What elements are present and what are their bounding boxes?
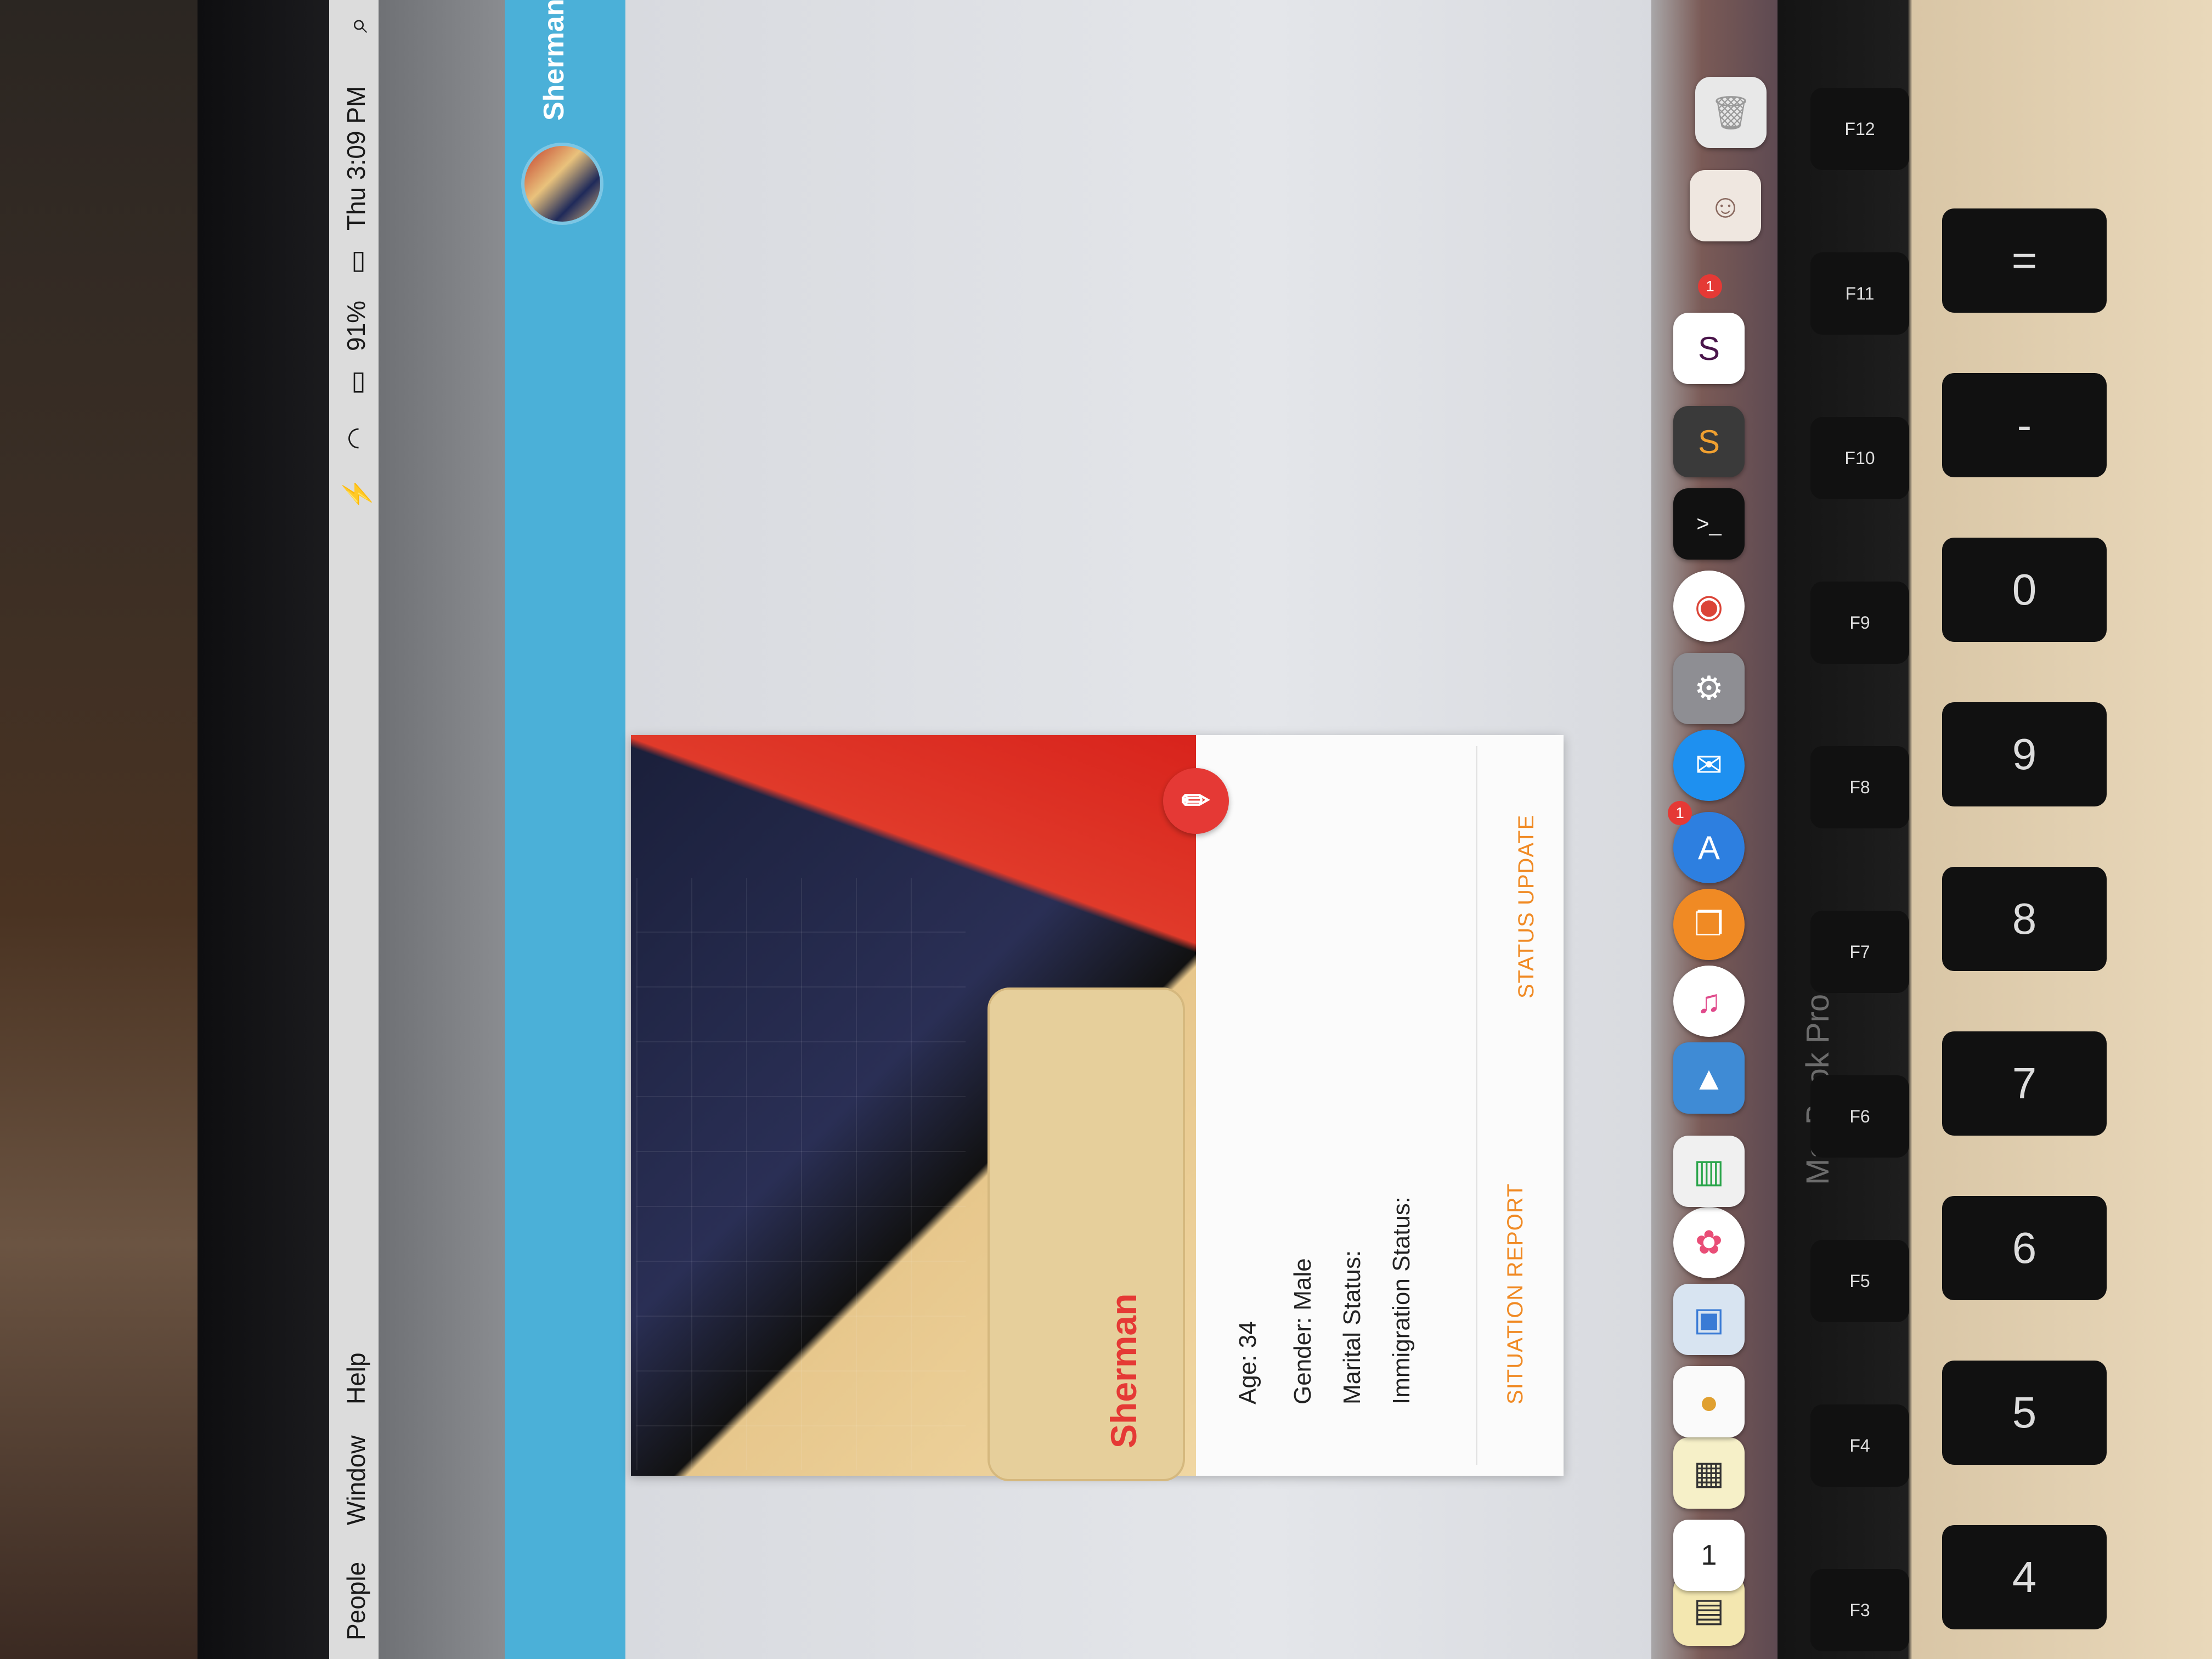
stickies-icon[interactable]: ▦ <box>1673 1437 1745 1509</box>
screen-bezel <box>198 0 340 1659</box>
messages-icon[interactable]: ✉ <box>1673 730 1745 801</box>
profile-name: Sherman <box>1103 1293 1144 1448</box>
ibooks-icon[interactable]: ❐ <box>1673 889 1745 960</box>
key-f5: F5 <box>1810 1240 1909 1322</box>
bolt-icon[interactable]: ⚡ <box>341 477 373 510</box>
app-store-badge: 1 <box>1668 801 1692 825</box>
key-f10: F10 <box>1810 417 1909 499</box>
situation-report-button[interactable]: SITUATION REPORT <box>1503 1183 1528 1404</box>
sublime-text-icon[interactable]: S <box>1673 406 1745 477</box>
key-f9: F9 <box>1810 582 1909 664</box>
key-5: 5 <box>1942 1361 2107 1465</box>
trash-icon[interactable]: 🗑 <box>1695 77 1767 148</box>
system-preferences-icon[interactable]: ⚙ <box>1673 653 1745 724</box>
search-icon[interactable]: ⌕ <box>341 17 375 33</box>
profile-age: Age: 34 <box>1234 1321 1261 1404</box>
key-f7: F7 <box>1810 911 1909 993</box>
key-4: 4 <box>1942 1525 2107 1629</box>
wifi-icon[interactable]: ◠ <box>341 427 372 450</box>
status-update-button[interactable]: STATUS UPDATE <box>1514 815 1539 998</box>
window-chrome <box>379 0 505 1659</box>
profile-marital-status: Marital Status: <box>1339 1250 1365 1404</box>
key-9: 9 <box>1942 702 2107 806</box>
keynote-icon[interactable]: ▲ <box>1673 1042 1745 1114</box>
key-8: 8 <box>1942 867 2107 971</box>
key-f11: F11 <box>1810 252 1909 335</box>
pencil-icon: ✎ <box>1173 778 1219 824</box>
chrome-icon[interactable]: ◉ <box>1673 571 1745 642</box>
room-background <box>0 0 198 1659</box>
calendar-day: 1 <box>1701 1539 1717 1571</box>
preview-icon[interactable]: ▣ <box>1673 1284 1745 1355</box>
key-equals: = <box>1942 208 2107 313</box>
battery-icon[interactable]: ▭ <box>341 250 372 274</box>
key-6: 6 <box>1942 1196 2107 1300</box>
downloads-folder-icon[interactable]: ☺ <box>1690 170 1761 241</box>
app-header: Sherman <box>505 0 625 1659</box>
key-f4: F4 <box>1810 1404 1909 1487</box>
photos-icon[interactable]: ✿ <box>1673 1207 1745 1278</box>
key-f12: F12 <box>1810 88 1909 170</box>
menu-help[interactable]: Help <box>341 1352 371 1404</box>
key-f3: F3 <box>1810 1569 1909 1651</box>
reminders-icon[interactable]: ● <box>1673 1366 1745 1437</box>
profile-immigration-status: Immigration Status: <box>1388 1196 1415 1404</box>
itunes-icon[interactable]: ♫ <box>1673 966 1745 1037</box>
terminal-icon[interactable]: >_ <box>1673 488 1745 560</box>
menubar-clock[interactable]: Thu 3:09 PM <box>341 86 371 230</box>
menubar: People Window Help ⚡ ◠ ▭ 91% ▭ Thu 3:09 … <box>329 0 379 1659</box>
key-7: 7 <box>1942 1031 2107 1136</box>
profile-photo-keyboard <box>636 878 966 1470</box>
key-0: 0 <box>1942 538 2107 642</box>
key-f6: F6 <box>1810 1075 1909 1158</box>
edit-button[interactable]: ✎ <box>1163 768 1229 834</box>
profile-photo-trackpad <box>988 988 1185 1481</box>
airplay-icon[interactable]: ▭ <box>341 370 372 395</box>
numbers-icon[interactable]: ▥ <box>1673 1136 1745 1207</box>
menu-people[interactable]: People <box>341 1562 371 1640</box>
slack-badge: 1 <box>1698 274 1722 298</box>
calendar-icon[interactable]: 1 <box>1673 1520 1745 1591</box>
avatar[interactable] <box>521 143 603 225</box>
key-f8: F8 <box>1810 746 1909 828</box>
menu-window[interactable]: Window <box>341 1435 371 1525</box>
battery-percent[interactable]: 91% <box>341 301 371 351</box>
slack-icon[interactable]: S <box>1673 313 1745 384</box>
header-user-name: Sherman <box>538 0 570 121</box>
key-minus: - <box>1942 373 2107 477</box>
profile-gender: Gender: Male <box>1289 1258 1316 1404</box>
card-divider <box>1476 746 1477 1465</box>
